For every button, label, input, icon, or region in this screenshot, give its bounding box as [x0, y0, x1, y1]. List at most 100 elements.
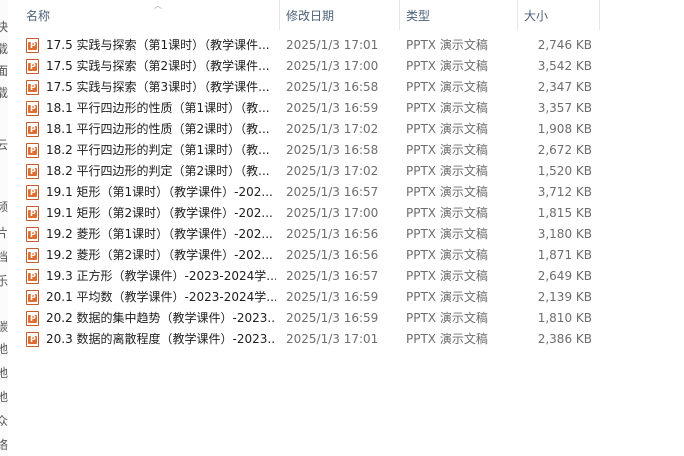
- pptx-file-icon: [26, 101, 39, 116]
- file-size: 3,180 KB: [537, 227, 592, 241]
- file-date: 2025/1/3 16:59: [286, 311, 379, 325]
- file-date: 2025/1/3 17:00: [286, 206, 379, 220]
- file-type: PPTX 演示文稿: [406, 101, 488, 115]
- sidebar-item-fragment[interactable]: 载: [0, 40, 8, 57]
- file-type: PPTX 演示文稿: [406, 122, 488, 136]
- sidebar-item-fragment[interactable]: 碳: [0, 318, 8, 335]
- file-size: 3,542 KB: [537, 59, 592, 73]
- file-name: 17.5 实践与探索（第3课时）（教学课件...: [46, 80, 270, 94]
- file-type: PPTX 演示文稿: [406, 248, 488, 262]
- file-row[interactable]: 19.2 菱形（第1课时）（教学课件）-202... 2025/1/3 16:56…: [8, 224, 684, 245]
- file-type: PPTX 演示文稿: [406, 290, 488, 304]
- file-row[interactable]: 17.5 实践与探索（第1课时）（教学课件... 2025/1/3 17:01 PP…: [8, 35, 684, 56]
- file-size: 3,712 KB: [537, 185, 592, 199]
- pptx-file-icon: [26, 206, 39, 221]
- file-row[interactable]: 19.3 正方形（教学课件）-2023-2024学... 2025/1/3 16:…: [8, 266, 684, 287]
- file-size: 2,139 KB: [537, 290, 592, 304]
- sidebar-item-fragment[interactable]: 络: [0, 436, 8, 453]
- file-name: 20.2 数据的集中趋势（教学课件）-2023...: [46, 311, 276, 325]
- file-row[interactable]: 20.3 数据的离散程度（教学课件）-2023... 2025/1/3 17:01…: [8, 329, 684, 350]
- sidebar-item-fragment[interactable]: 片: [0, 224, 8, 241]
- sidebar-item-fragment[interactable]: 快: [0, 18, 8, 35]
- file-type: PPTX 演示文稿: [406, 311, 488, 325]
- pptx-file-icon: [26, 122, 39, 137]
- file-size: 3,357 KB: [537, 101, 592, 115]
- file-type: PPTX 演示文稿: [406, 227, 488, 241]
- file-row[interactable]: 20.2 数据的集中趋势（教学课件）-2023... 2025/1/3 16:59…: [8, 308, 684, 329]
- file-row[interactable]: 17.5 实践与探索（第2课时）（教学课件... 2025/1/3 17:00 PP…: [8, 56, 684, 77]
- file-size: 2,347 KB: [537, 80, 592, 94]
- file-name: 19.1 矩形（第2课时）（教学课件）-202...: [46, 206, 273, 220]
- pptx-file-icon: [26, 311, 39, 326]
- pptx-file-icon: [26, 143, 39, 158]
- column-header-bar: ︿ 名称 修改日期 类型 大小: [8, 0, 684, 30]
- pptx-file-icon: [26, 269, 39, 284]
- file-row[interactable]: 18.2 平行四边形的判定（第1课时）（教... 2025/1/3 16:58 PP…: [8, 140, 684, 161]
- column-header-date[interactable]: 修改日期: [280, 0, 400, 30]
- pptx-file-icon: [26, 290, 39, 305]
- file-row[interactable]: 18.2 平行四边形的判定（第2课时）（教... 2025/1/3 17:02 PP…: [8, 161, 684, 182]
- file-date: 2025/1/3 16:56: [286, 227, 379, 241]
- sidebar-item-fragment[interactable]: 众: [0, 412, 8, 429]
- file-date: 2025/1/3 16:59: [286, 290, 379, 304]
- pptx-file-icon: [26, 248, 39, 263]
- file-date: 2025/1/3 17:02: [286, 122, 379, 136]
- file-name: 18.2 平行四边形的判定（第2课时）（教...: [46, 164, 270, 178]
- file-row[interactable]: 19.2 菱形（第2课时）（教学课件）-202... 2025/1/3 16:56…: [8, 245, 684, 266]
- file-date: 2025/1/3 16:57: [286, 185, 379, 199]
- file-type: PPTX 演示文稿: [406, 269, 488, 283]
- file-name: 19.2 菱形（第1课时）（教学课件）-202...: [46, 227, 273, 241]
- sidebar-item-fragment[interactable]: 面: [0, 62, 8, 79]
- file-date: 2025/1/3 16:56: [286, 248, 379, 262]
- file-name: 17.5 实践与探索（第1课时）（教学课件...: [46, 38, 270, 52]
- file-row[interactable]: 18.1 平行四边形的性质（第1课时）（教... 2025/1/3 16:59 PP…: [8, 98, 684, 119]
- file-date: 2025/1/3 17:02: [286, 164, 379, 178]
- sidebar-item-fragment[interactable]: 频: [0, 198, 8, 215]
- file-name: 19.2 菱形（第2课时）（教学课件）-202...: [46, 248, 273, 262]
- file-name: 17.5 实践与探索（第2课时）（教学课件...: [46, 59, 270, 73]
- file-type: PPTX 演示文稿: [406, 164, 488, 178]
- pptx-file-icon: [26, 185, 39, 200]
- pptx-file-icon: [26, 164, 39, 179]
- sidebar-item-fragment[interactable]: 云: [0, 136, 8, 153]
- file-list: 17.5 实践与探索（第1课时）（教学课件... 2025/1/3 17:01 PP…: [8, 35, 684, 350]
- column-header-size[interactable]: 大小: [518, 0, 600, 30]
- file-name: 19.1 矩形（第1课时）（教学课件）-202...: [46, 185, 273, 199]
- file-date: 2025/1/3 16:58: [286, 80, 379, 94]
- file-size: 1,815 KB: [537, 206, 592, 220]
- file-row[interactable]: 20.1 平均数（教学课件）-2023-2024学... 2025/1/3 16:…: [8, 287, 684, 308]
- sidebar-item-fragment[interactable]: 载: [0, 84, 8, 101]
- file-size: 1,520 KB: [537, 164, 592, 178]
- pptx-file-icon: [26, 332, 39, 347]
- file-row[interactable]: 17.5 实践与探索（第3课时）（教学课件... 2025/1/3 16:58 PP…: [8, 77, 684, 98]
- file-date: 2025/1/3 16:59: [286, 101, 379, 115]
- navigation-pane-edge[interactable]: 快载面载云频片档乐碳地地地众络: [0, 0, 8, 456]
- file-name: 19.3 正方形（教学课件）-2023-2024学...: [46, 269, 276, 283]
- sidebar-item-fragment[interactable]: 档: [0, 248, 8, 265]
- file-row[interactable]: 19.1 矩形（第2课时）（教学课件）-202... 2025/1/3 17:00…: [8, 203, 684, 224]
- file-size: 2,746 KB: [537, 38, 592, 52]
- sidebar-item-fragment[interactable]: 乐: [0, 272, 8, 289]
- file-type: PPTX 演示文稿: [406, 38, 488, 52]
- pptx-file-icon: [26, 227, 39, 242]
- column-header-name[interactable]: 名称: [20, 0, 280, 30]
- pptx-file-icon: [26, 59, 39, 74]
- column-header-type[interactable]: 类型: [400, 0, 518, 30]
- file-type: PPTX 演示文稿: [406, 206, 488, 220]
- sidebar-item-fragment[interactable]: 地: [0, 340, 8, 357]
- file-type: PPTX 演示文稿: [406, 80, 488, 94]
- file-name: 20.3 数据的离散程度（教学课件）-2023...: [46, 332, 276, 346]
- sidebar-item-fragment[interactable]: 地: [0, 364, 8, 381]
- file-type: PPTX 演示文稿: [406, 143, 488, 157]
- file-date: 2025/1/3 17:00: [286, 59, 379, 73]
- file-size: 1,908 KB: [537, 122, 592, 136]
- file-name: 18.1 平行四边形的性质（第2课时）（教...: [46, 122, 270, 136]
- file-date: 2025/1/3 17:01: [286, 38, 379, 52]
- file-name: 18.1 平行四边形的性质（第1课时）（教...: [46, 101, 270, 115]
- file-row[interactable]: 18.1 平行四边形的性质（第2课时）（教... 2025/1/3 17:02 PP…: [8, 119, 684, 140]
- file-type: PPTX 演示文稿: [406, 185, 488, 199]
- file-row[interactable]: 19.1 矩形（第1课时）（教学课件）-202... 2025/1/3 16:57…: [8, 182, 684, 203]
- pptx-file-icon: [26, 80, 39, 95]
- sidebar-item-fragment[interactable]: 地: [0, 388, 8, 405]
- file-size: 2,649 KB: [537, 269, 592, 283]
